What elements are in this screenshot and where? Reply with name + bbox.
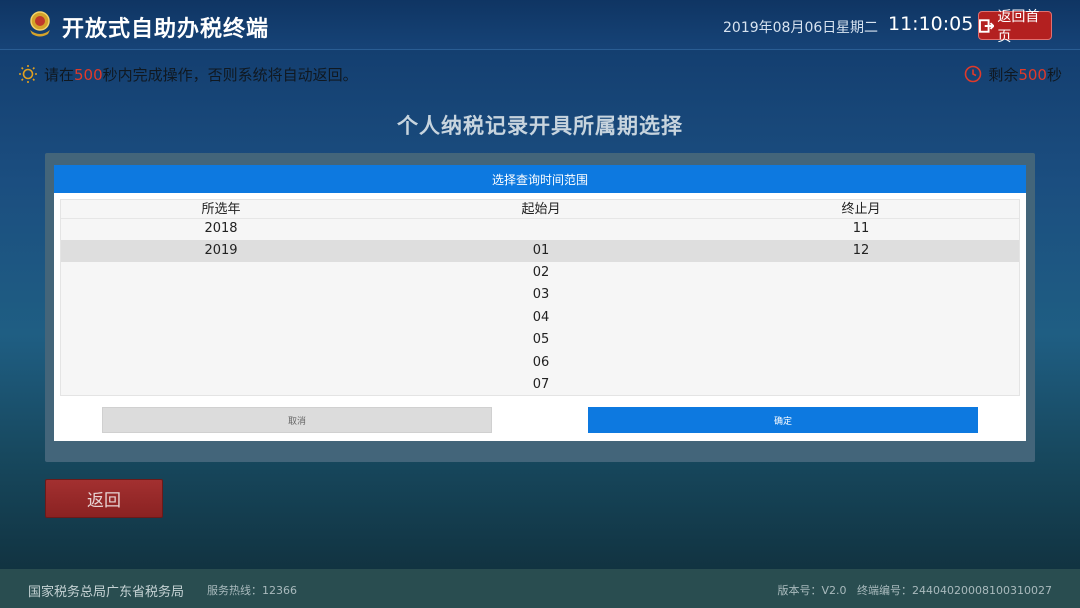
app-title: 开放式自助办税终端 — [62, 17, 270, 42]
current-time: 11:10:05 — [888, 13, 974, 35]
remain-prefix: 剩余 — [988, 65, 1019, 84]
notice-prefix: 请在 — [44, 65, 75, 84]
footer-version-terminal: 版本号：V2.0 终端编号：24404020008100310027 — [777, 582, 1052, 598]
footer-terminal-id: 终端编号：24404020008100310027 — [857, 584, 1052, 597]
confirm-button[interactable]: 确定 — [588, 407, 978, 433]
current-date: 2019年08月06日 — [723, 20, 837, 36]
year-option-selected[interactable]: 2019 — [61, 240, 381, 262]
clock-icon — [965, 65, 982, 83]
start-month-option[interactable]: 04 — [381, 307, 701, 329]
footer: 国家税务总局广东省税务局 服务热线：12366 版本号：V2.0 终端编号：24… — [0, 569, 1080, 608]
top-bar: 开放式自助办税终端 2019年08月06日 星期二 11:10:05 返回首页 — [0, 0, 1080, 50]
remain-seconds: 500 — [1018, 65, 1047, 84]
column-header-start-month: 起始月 — [521, 202, 561, 217]
start-month-option[interactable]: 02 — [381, 262, 701, 284]
notice-suffix: 秒内完成操作，否则系统将自动返回。 — [102, 65, 358, 84]
remaining-time: 剩余500秒 — [964, 62, 1062, 86]
cancel-button[interactable]: 取消 — [102, 407, 492, 433]
column-header-end-month: 终止月 — [841, 202, 881, 217]
remain-suffix: 秒 — [1046, 65, 1062, 84]
start-month-option[interactable]: 03 — [381, 284, 701, 306]
period-picker-dialog: 选择查询时间范围 所选年 起始月 终止月 2018 2019 01 02 03 … — [54, 165, 1026, 441]
end-month-option-selected[interactable]: 12 — [701, 240, 1019, 262]
year-option[interactable]: 2018 — [61, 218, 381, 240]
start-month-option[interactable]: 05 — [381, 329, 701, 351]
end-month-option[interactable]: 11 — [701, 218, 1019, 240]
back-button[interactable]: 返回 — [45, 479, 163, 518]
lightbulb-icon — [19, 65, 37, 83]
footer-org: 国家税务总局广东省税务局 — [28, 585, 185, 600]
return-home-button[interactable]: 返回首页 — [978, 9, 1052, 45]
start-month-option-selected[interactable]: 01 — [381, 240, 701, 262]
start-month-option[interactable]: 06 — [381, 352, 701, 374]
notice-seconds: 500 — [74, 65, 103, 84]
exit-icon — [979, 18, 995, 33]
page-title: 个人纳税记录开具所属期选择 — [397, 114, 683, 138]
column-header-year: 所选年 — [201, 202, 241, 217]
start-month-option[interactable]: 07 — [381, 374, 701, 395]
current-weekday: 星期二 — [836, 20, 878, 36]
tax-emblem-icon — [30, 11, 50, 37]
footer-hotline: 服务热线：12366 — [207, 584, 297, 597]
period-picker: 所选年 起始月 终止月 2018 2019 01 02 03 04 05 06 … — [60, 199, 1020, 396]
timeout-notice: 请在500秒内完成操作，否则系统将自动返回。 — [18, 62, 358, 86]
return-home-label: 返回首页 — [997, 8, 1040, 45]
footer-version: 版本号：V2.0 — [777, 584, 847, 597]
dialog-header: 选择查询时间范围 — [54, 165, 1026, 193]
